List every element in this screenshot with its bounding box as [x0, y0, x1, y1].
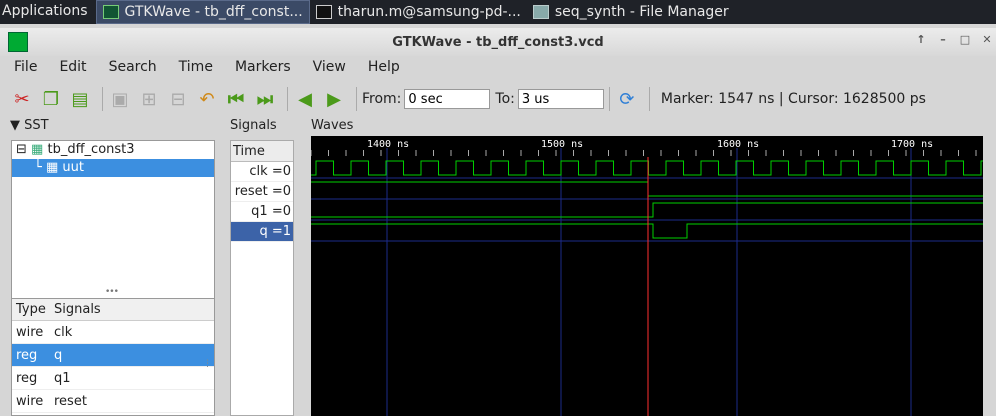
- gtkwave-icon: [102, 5, 119, 19]
- signal-type-list: Type Signals wire clk reg q reg q1 wire …: [11, 298, 215, 416]
- taskbar: Applications GTKWave - tb_dff_const... t…: [0, 0, 996, 24]
- toolbar-divider: [102, 87, 103, 111]
- undo-zoom-icon[interactable]: ↶: [195, 87, 219, 111]
- taskbar-item-label: GTKWave - tb_dff_const...: [124, 4, 303, 20]
- menu-bar: File Edit Search Time Markers View Help: [0, 56, 996, 78]
- menu-edit[interactable]: Edit: [45, 59, 94, 75]
- signal-name: q: [54, 347, 63, 363]
- taskbar-item-gtkwave[interactable]: GTKWave - tb_dff_const...: [95, 0, 310, 24]
- paste-icon[interactable]: ▤: [68, 87, 92, 111]
- pane-resize-grip[interactable]: •••: [105, 287, 119, 297]
- list-item[interactable]: wire reset: [12, 390, 214, 413]
- collapse-icon[interactable]: ⊟: [16, 142, 27, 157]
- menu-markers[interactable]: Markers: [221, 59, 299, 75]
- column-header-type[interactable]: Type: [12, 299, 48, 320]
- signal-name: clk: [54, 324, 73, 340]
- folder-icon: [532, 5, 549, 19]
- toolbar: ✂ ❐ ▤ ▣ ⊞ ⊟ ↶ ⏮ ⏭ ◀ ▶ From: To: ⟳ Marker…: [0, 82, 996, 116]
- sst-header[interactable]: ▼ SST: [0, 116, 222, 136]
- to-time-input[interactable]: [517, 89, 604, 109]
- menu-time[interactable]: Time: [165, 59, 221, 75]
- taskbar-item-label: seq_synth - File Manager: [554, 4, 729, 20]
- close-window-button[interactable]: ✕: [978, 30, 996, 48]
- signal-row-q1[interactable]: q1 =0: [231, 202, 293, 222]
- signals-header: Signals: [230, 118, 277, 133]
- signals-list: Time clk =0 reset =0 q1 =0 q =1: [230, 140, 294, 416]
- signal-type: wire: [16, 324, 44, 340]
- signal-row-reset[interactable]: reset =0: [231, 182, 293, 202]
- zoom-to-end-icon[interactable]: ⏭: [253, 87, 277, 111]
- tree-node-tb-dff-const3[interactable]: ⊟ ▦ tb_dff_const3: [12, 141, 214, 159]
- toolbar-divider: [287, 87, 288, 111]
- list-item[interactable]: reg q: [12, 344, 214, 367]
- time-tick-label: 1500 ns: [541, 139, 583, 150]
- list-item[interactable]: reg q1: [12, 367, 214, 390]
- terminal-icon: [315, 5, 332, 19]
- zoom-to-start-icon[interactable]: ⏮: [224, 87, 248, 111]
- time-ruler: [311, 136, 983, 157]
- list-item[interactable]: wire clk: [12, 321, 214, 344]
- menu-view[interactable]: View: [299, 59, 354, 75]
- reload-icon[interactable]: ⟳: [615, 87, 639, 111]
- module-icon: ▦: [31, 142, 44, 157]
- taskbar-item-file-manager[interactable]: seq_synth - File Manager: [527, 0, 735, 24]
- column-header-signals[interactable]: Signals: [48, 299, 101, 320]
- cut-icon[interactable]: ✂: [10, 87, 34, 111]
- time-tick-label: 1600 ns: [717, 139, 759, 150]
- waveform-canvas[interactable]: 1400 ns 1500 ns 1600 ns 1700 ns: [311, 136, 983, 416]
- signal-name: reset: [54, 393, 87, 409]
- find-previous-edge-icon[interactable]: ◀: [293, 87, 317, 111]
- from-label: From:: [362, 91, 402, 107]
- tree-node-label: uut: [62, 160, 84, 175]
- shade-window-button[interactable]: ↑: [912, 30, 930, 48]
- to-label: To:: [495, 91, 515, 107]
- applications-menu[interactable]: Applications: [0, 0, 96, 24]
- scrollbar-grip[interactable]: ⋮: [203, 359, 212, 369]
- signal-type: reg: [16, 370, 38, 386]
- find-next-edge-icon[interactable]: ▶: [322, 87, 346, 111]
- tree-branch-icon: └: [34, 160, 42, 175]
- minimize-window-button[interactable]: –: [934, 30, 952, 48]
- time-row-label: Time: [231, 141, 293, 162]
- module-icon: ▦: [45, 160, 59, 175]
- signal-row-q[interactable]: q =1: [231, 222, 293, 242]
- marker-cursor-status: Marker: 1547 ns | Cursor: 1628500 ps: [660, 91, 926, 107]
- menu-help[interactable]: Help: [354, 59, 408, 75]
- time-tick-label: 1400 ns: [367, 139, 409, 150]
- signal-type: wire: [16, 393, 44, 409]
- signal-type: reg: [16, 347, 38, 363]
- app-logo-icon: [8, 32, 28, 52]
- signal-row-clk[interactable]: clk =0: [231, 162, 293, 182]
- zoom-out-icon[interactable]: ⊟: [166, 87, 190, 111]
- tree-node-uut[interactable]: └ ▦ uut: [12, 159, 214, 177]
- toolbar-divider: [356, 87, 357, 111]
- signals-panel: Signals Time clk =0 reset =0 q1 =0 q =1: [229, 116, 301, 416]
- time-tick-label: 1700 ns: [891, 139, 933, 150]
- window-title: GTKWave - tb_dff_const3.vcd: [392, 34, 604, 50]
- window-titlebar: GTKWave - tb_dff_const3.vcd ↑ – □ ✕: [0, 28, 996, 56]
- zoom-fit-icon[interactable]: ▣: [108, 87, 132, 111]
- sst-panel: ▼ SST ⊟ ▦ tb_dff_const3 └ ▦ uut ••• Type…: [0, 116, 222, 416]
- maximize-window-button[interactable]: □: [956, 30, 974, 48]
- toolbar-divider: [608, 87, 610, 111]
- zoom-in-icon[interactable]: ⊞: [137, 87, 161, 111]
- toolbar-divider: [648, 87, 650, 111]
- waves-panel: Waves 1400 ns 1500 ns 1600 ns 1700 ns: [307, 116, 996, 416]
- waves-header: Waves: [311, 118, 354, 133]
- menu-file[interactable]: File: [0, 59, 45, 75]
- from-time-input[interactable]: [404, 89, 491, 109]
- copy-icon[interactable]: ❐: [39, 87, 63, 111]
- menu-search[interactable]: Search: [95, 59, 165, 75]
- tree-node-label: tb_dff_const3: [47, 142, 135, 157]
- taskbar-item-terminal[interactable]: tharun.m@samsung-pd-...: [310, 0, 527, 24]
- taskbar-item-label: tharun.m@samsung-pd-...: [337, 4, 521, 20]
- signal-name: q1: [54, 370, 71, 386]
